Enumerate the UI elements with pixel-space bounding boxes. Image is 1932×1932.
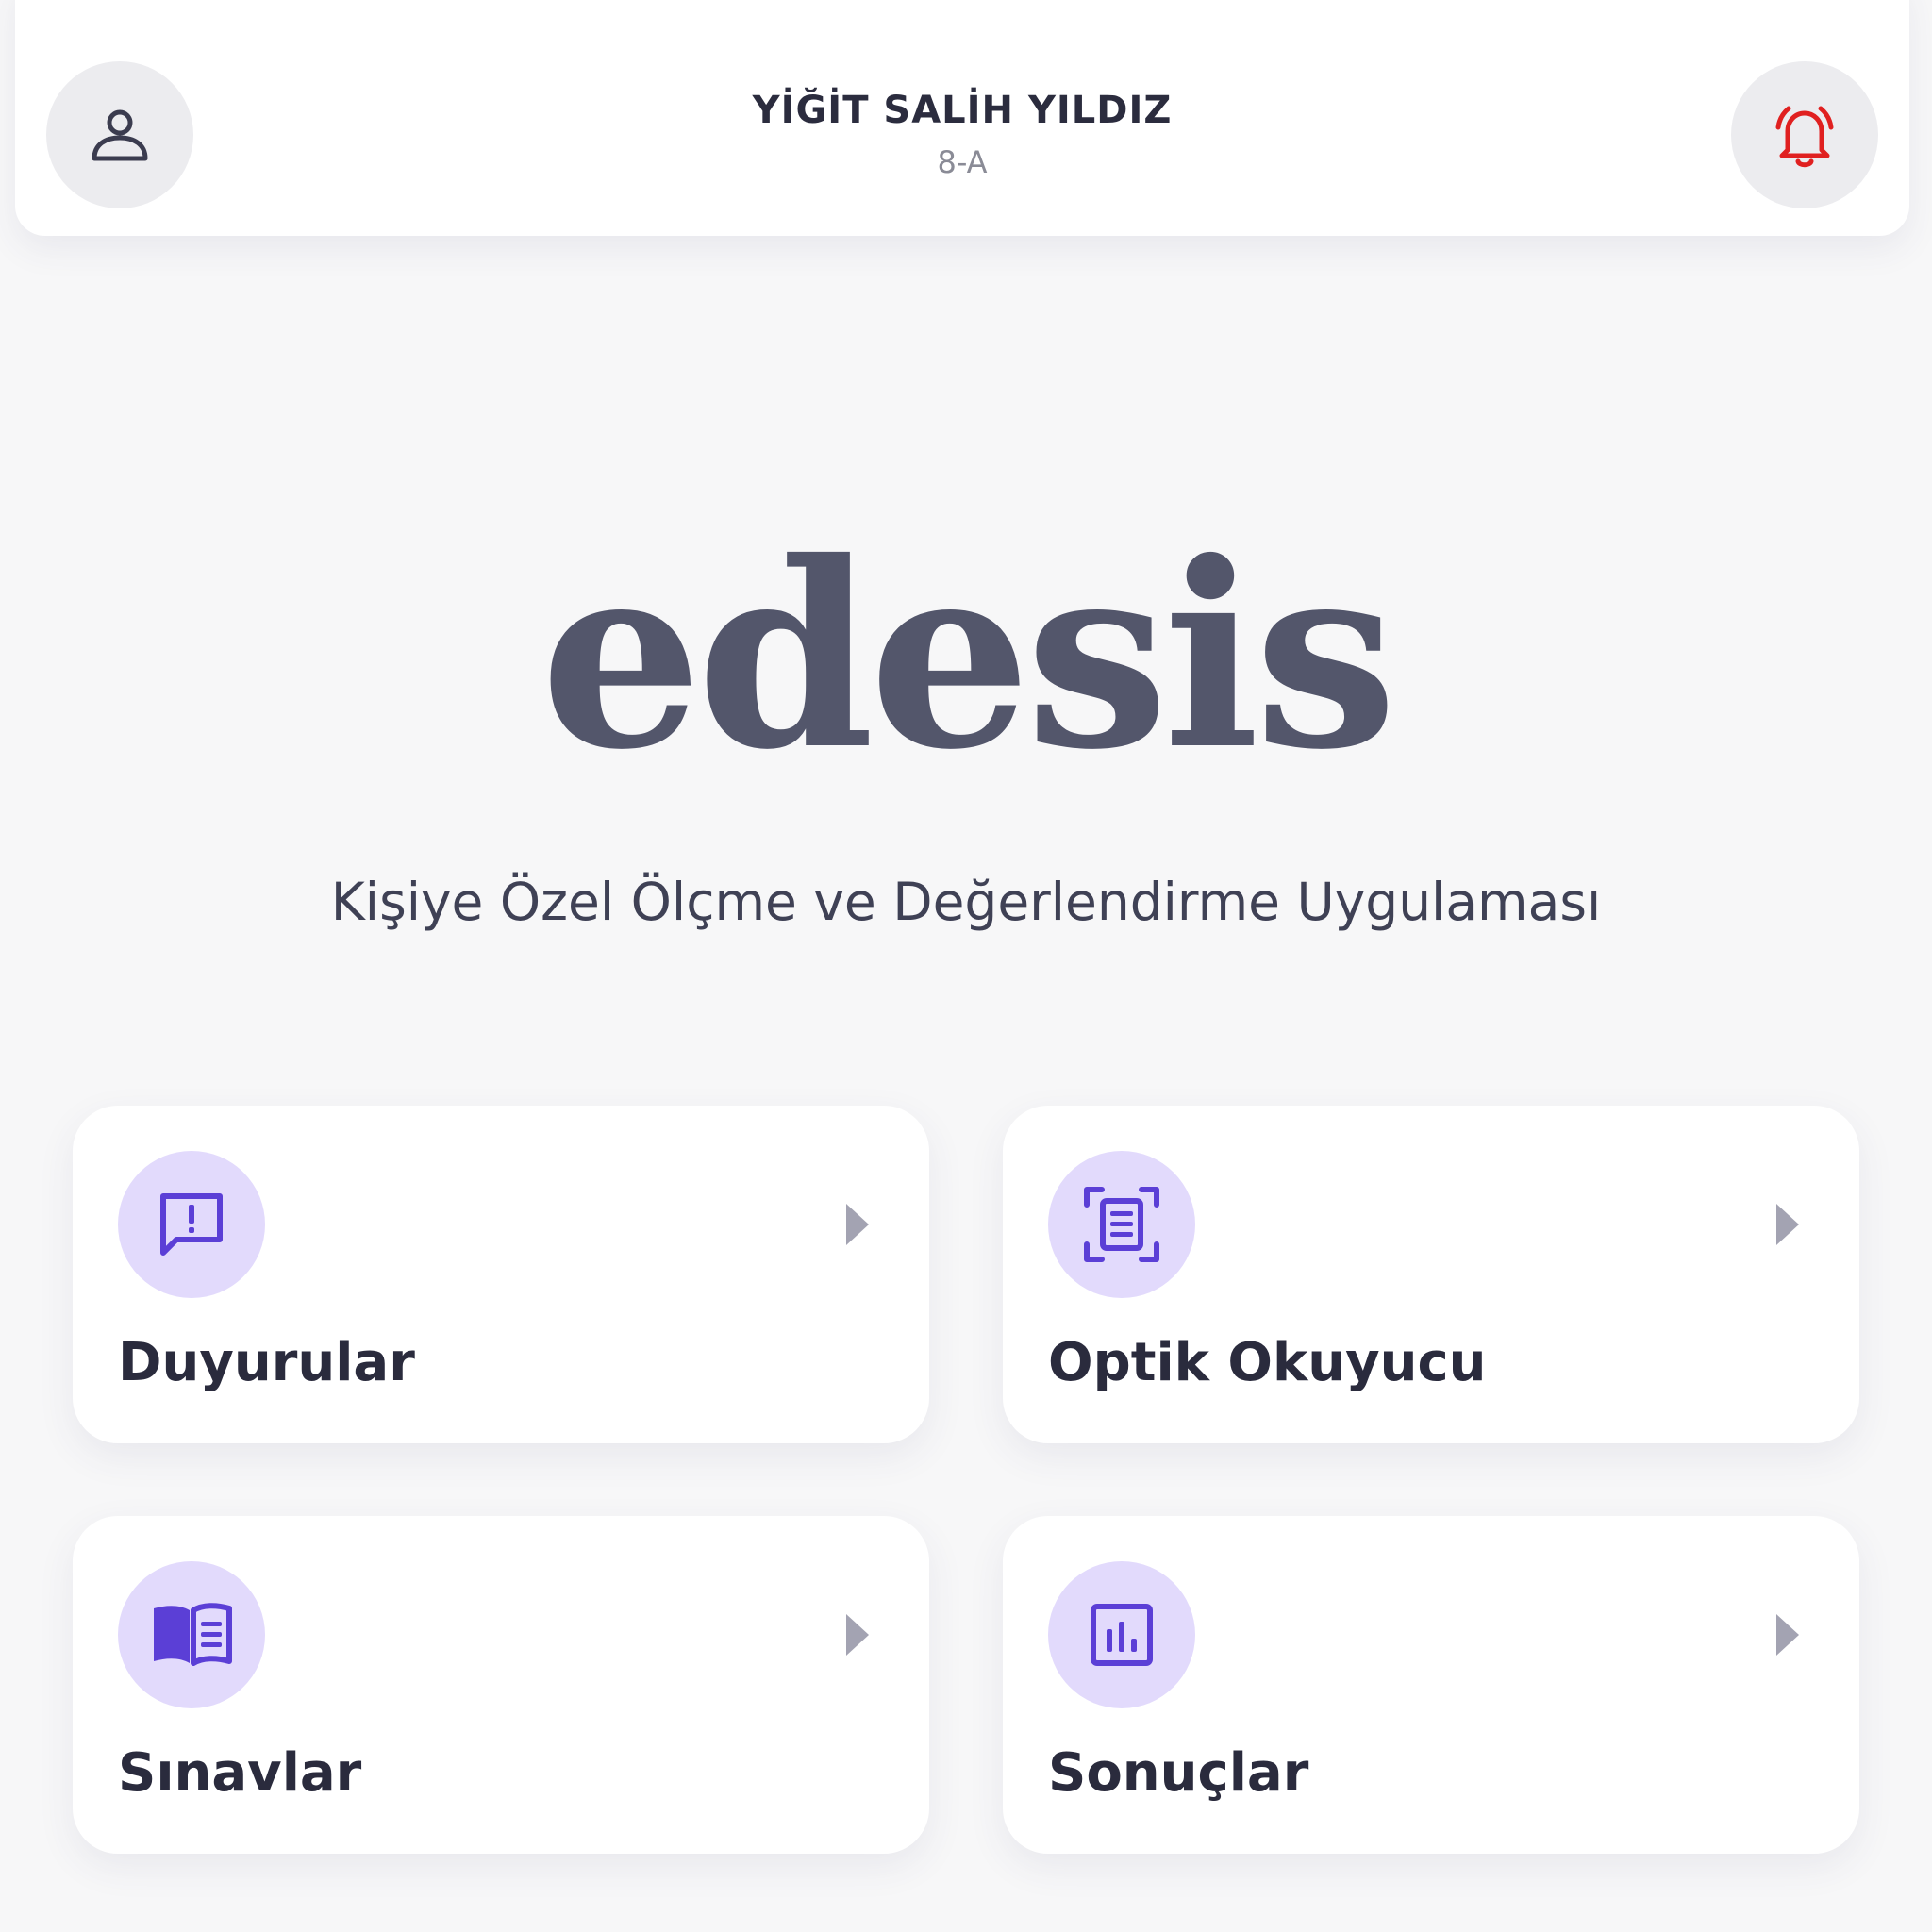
user-class: 8-A	[937, 144, 988, 180]
document-scan-icon	[1084, 1187, 1159, 1262]
results-icon-wrap	[1048, 1561, 1195, 1708]
optical-reader-label: Optik Okuyucu	[1048, 1332, 1487, 1393]
exams-card[interactable]: Sınavlar	[73, 1516, 929, 1854]
chevron-right-icon	[844, 1612, 871, 1657]
bell-icon	[1775, 106, 1834, 168]
results-card[interactable]: Sonuçlar	[1003, 1516, 1859, 1854]
results-label: Sonuçlar	[1048, 1742, 1309, 1804]
bar-chart-icon	[1091, 1604, 1153, 1666]
chevron-right-icon	[1774, 1612, 1801, 1657]
top-header: YİĞİT SALİH YILDIZ 8-A	[15, 0, 1909, 236]
open-book-icon	[154, 1603, 232, 1666]
brand-logo: edesis	[540, 506, 1398, 806]
user-name: YİĞİT SALİH YILDIZ	[752, 89, 1173, 132]
profile-button[interactable]	[46, 61, 193, 208]
brand-tagline: Kişiye Özel Ölçme ve Değerlendirme Uygul…	[330, 872, 1602, 932]
announcements-card[interactable]: Duyurular	[73, 1106, 929, 1443]
exams-icon-wrap	[118, 1561, 265, 1708]
announcement-icon	[160, 1193, 223, 1256]
chevron-right-icon	[844, 1202, 871, 1247]
optical-reader-icon-wrap	[1048, 1151, 1195, 1298]
announcements-label: Duyurular	[118, 1332, 415, 1393]
exams-label: Sınavlar	[118, 1742, 362, 1804]
optical-reader-card[interactable]: Optik Okuyucu	[1003, 1106, 1859, 1443]
announcements-icon-wrap	[118, 1151, 265, 1298]
chevron-right-icon	[1774, 1202, 1801, 1247]
notifications-button[interactable]	[1731, 61, 1878, 208]
